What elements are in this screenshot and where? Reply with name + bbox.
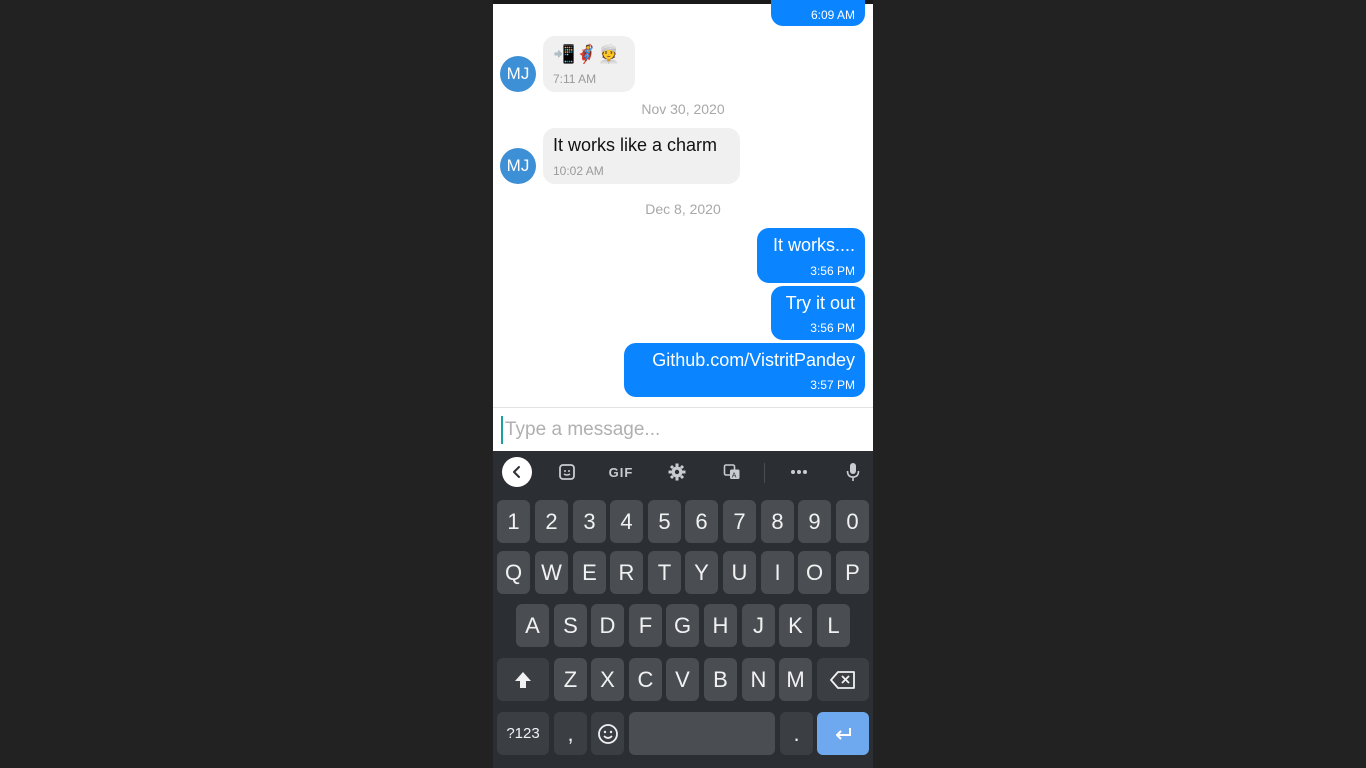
key-d[interactable]: D (591, 604, 624, 647)
enter-key[interactable] (817, 712, 869, 755)
key-l[interactable]: L (817, 604, 850, 647)
key-a[interactable]: A (516, 604, 549, 647)
key-9[interactable]: 9 (798, 500, 831, 543)
message-text: Github.com/VistritPandey (652, 350, 855, 370)
message-text: It works like a charm (553, 135, 718, 155)
backspace-key[interactable] (817, 658, 869, 701)
space-key[interactable] (629, 712, 775, 755)
message-time: 10:02 AM (553, 164, 604, 178)
avatar[interactable]: MJ (500, 148, 536, 184)
sticker-icon (559, 464, 575, 480)
key-c[interactable]: C (629, 658, 662, 701)
key-x[interactable]: X (591, 658, 624, 701)
key-1[interactable]: 1 (497, 500, 530, 543)
message-bubble-incoming[interactable]: 📲🦸👳 7:11 AM (543, 36, 635, 92)
key-u[interactable]: U (723, 551, 756, 594)
message-time: 6:09 AM (810, 8, 855, 22)
settings-button[interactable] (662, 457, 692, 487)
message-composer (493, 407, 873, 451)
svg-text:A: A (732, 473, 737, 480)
key-s[interactable]: S (554, 604, 587, 647)
emoji-row: 📲🦸👳 (553, 42, 620, 66)
key-f[interactable]: F (629, 604, 662, 647)
toolbar-divider (764, 463, 765, 483)
key-i[interactable]: I (761, 551, 794, 594)
collapse-toolbar-button[interactable] (502, 457, 532, 487)
superhero-emoji: 🦸 (575, 44, 598, 64)
key-k[interactable]: K (779, 604, 812, 647)
message-time: 3:56 PM (810, 264, 855, 278)
return-arrow-icon (836, 727, 851, 740)
gif-button[interactable]: GIF (601, 457, 641, 487)
emoji-key[interactable] (591, 712, 624, 755)
shift-arrow-icon (515, 671, 531, 688)
key-o[interactable]: O (798, 551, 831, 594)
on-screen-keyboard: GIF A 1 2 3 4 5 6 7 8 9 0 Q W E R T Y U (493, 451, 873, 768)
turban-person-emoji: 👳 (597, 44, 621, 64)
comma-key[interactable]: , (554, 712, 587, 755)
key-q[interactable]: Q (497, 551, 530, 594)
gif-label: GIF (608, 464, 634, 480)
message-text: Try it out (785, 293, 855, 313)
message-text: It works.... (772, 235, 855, 255)
key-z[interactable]: Z (554, 658, 587, 701)
key-p[interactable]: P (836, 551, 869, 594)
message-bubble-outgoing[interactable]: Try it out 3:56 PM (771, 286, 865, 340)
message-time: 3:57 PM (810, 378, 855, 392)
key-5[interactable]: 5 (648, 500, 681, 543)
period-key[interactable]: . (780, 712, 813, 755)
key-2[interactable]: 2 (535, 500, 568, 543)
date-separator: Dec 8, 2020 (645, 201, 721, 217)
key-r[interactable]: R (610, 551, 643, 594)
sticker-button[interactable] (552, 457, 582, 487)
key-j[interactable]: J (742, 604, 775, 647)
key-3[interactable]: 3 (573, 500, 606, 543)
smiley-icon (597, 723, 618, 744)
key-g[interactable]: G (666, 604, 699, 647)
message-bubble-outgoing[interactable]: 6:09 AM (771, 0, 865, 26)
message-time: 7:11 AM (553, 72, 597, 86)
chevron-left-icon (502, 457, 532, 487)
phone-arrow-emoji: 📲 (553, 44, 576, 64)
symbols-key[interactable]: ?123 (497, 712, 549, 755)
backspace-icon (830, 670, 855, 689)
key-h[interactable]: H (704, 604, 737, 647)
key-n[interactable]: N (742, 658, 775, 701)
phone-screen: 6:09 AM MJ 📲🦸👳 7:11 AM Nov 30, 2020 MJ I… (493, 0, 873, 768)
more-horizontal-icon (791, 470, 807, 474)
message-bubble-incoming[interactable]: It works like a charm 10:02 AM (543, 128, 740, 184)
key-m[interactable]: M (779, 658, 812, 701)
translate-button[interactable]: A (717, 457, 747, 487)
microphone-icon (846, 463, 860, 481)
key-4[interactable]: 4 (610, 500, 643, 543)
voice-input-button[interactable] (838, 457, 868, 487)
key-e[interactable]: E (573, 551, 606, 594)
more-options-button[interactable] (784, 457, 814, 487)
translate-icon: A (723, 464, 740, 480)
avatar[interactable]: MJ (500, 56, 536, 92)
gear-icon (668, 463, 686, 481)
key-w[interactable]: W (535, 551, 568, 594)
message-bubble-outgoing[interactable]: It works.... 3:56 PM (757, 228, 865, 283)
shift-key[interactable] (497, 658, 549, 701)
key-0[interactable]: 0 (836, 500, 869, 543)
message-bubble-outgoing[interactable]: Github.com/VistritPandey 3:57 PM (624, 343, 865, 397)
message-time: 3:56 PM (810, 321, 855, 335)
message-input[interactable] (501, 416, 865, 444)
key-v[interactable]: V (666, 658, 699, 701)
key-6[interactable]: 6 (685, 500, 718, 543)
key-t[interactable]: T (648, 551, 681, 594)
date-separator: Nov 30, 2020 (641, 101, 725, 117)
key-b[interactable]: B (704, 658, 737, 701)
key-7[interactable]: 7 (723, 500, 756, 543)
key-8[interactable]: 8 (761, 500, 794, 543)
key-y[interactable]: Y (685, 551, 718, 594)
